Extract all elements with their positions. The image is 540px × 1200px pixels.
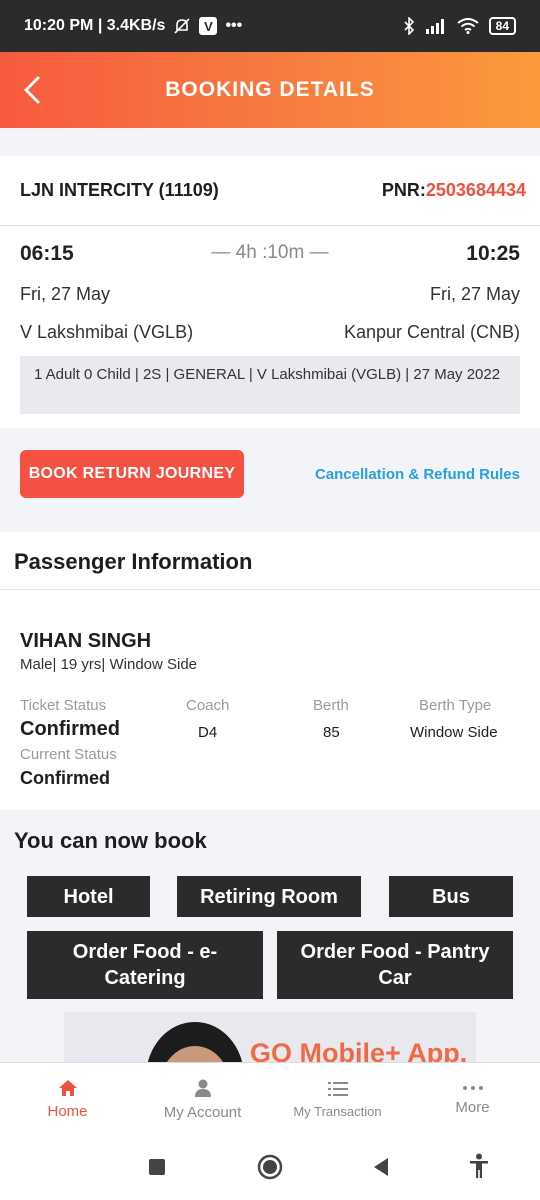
journey-times: 06:15 — 4h :10m — 10:25 Fri, 27 May Fri,… bbox=[0, 226, 540, 356]
arrival-time: 10:25 bbox=[466, 242, 520, 265]
passenger-details: Male| 19 yrs| Window Side bbox=[20, 656, 198, 673]
train-header-row: LJN INTERCITY (11109) PNR:2503684434 bbox=[0, 156, 540, 226]
book-retiring-room-button[interactable]: Retiring Room bbox=[177, 876, 361, 917]
pnr: PNR:2503684434 bbox=[382, 180, 526, 201]
more-notifications-icon: ••• bbox=[225, 17, 243, 34]
nav-my-transaction-label: My Transaction bbox=[293, 1104, 382, 1119]
berth-value: 85 bbox=[323, 724, 340, 741]
nav-home[interactable]: Home bbox=[0, 1063, 135, 1136]
nav-my-account[interactable]: My Account bbox=[135, 1063, 270, 1136]
ticket-status-label: Ticket Status bbox=[20, 697, 107, 714]
banner-text: GO Mobile+ App. bbox=[250, 1038, 468, 1062]
journey-duration: — 4h :10m — bbox=[211, 242, 329, 263]
order-food-pantry-button[interactable]: Order Food - Pantry Car bbox=[277, 931, 513, 999]
nav-home-label: Home bbox=[47, 1103, 88, 1120]
page-title: BOOKING DETAILS bbox=[165, 78, 375, 101]
bottom-navigation: Home My Account My Transaction More bbox=[0, 1062, 540, 1136]
booking-actions: BOOK RETURN JOURNEY Cancellation & Refun… bbox=[0, 430, 540, 518]
train-name: LJN INTERCITY (11109) bbox=[20, 180, 219, 200]
bluetooth-icon bbox=[404, 17, 414, 35]
book-bus-button[interactable]: Bus bbox=[389, 876, 513, 917]
book-more-title: You can now book bbox=[14, 828, 207, 853]
user-icon bbox=[194, 1079, 211, 1097]
nav-my-transaction[interactable]: My Transaction bbox=[270, 1063, 405, 1136]
passenger-section: Passenger Information VIHAN SINGH Male| … bbox=[0, 532, 540, 810]
berth-type-label: Berth Type bbox=[419, 697, 492, 714]
order-food-ecatering-button[interactable]: Order Food - e-Catering bbox=[27, 931, 263, 999]
arrival-date: Fri, 27 May bbox=[429, 284, 520, 304]
recent-apps-icon[interactable] bbox=[148, 1158, 166, 1176]
pnr-label: PNR: bbox=[381, 180, 426, 200]
ticket-status: Confirmed bbox=[20, 718, 120, 740]
back-button[interactable] bbox=[16, 74, 48, 106]
current-status-label: Current Status bbox=[20, 746, 117, 763]
system-navigation-bar bbox=[0, 1136, 540, 1200]
current-status: Confirmed bbox=[20, 768, 110, 788]
list-icon bbox=[327, 1082, 348, 1096]
home-icon bbox=[58, 1080, 77, 1096]
berth-type-value: Window Side bbox=[410, 724, 498, 741]
home-circle-icon[interactable] bbox=[257, 1154, 283, 1180]
status-bar: 10:20 PM | 3.4KB/s V ••• 84 bbox=[0, 0, 540, 52]
status-time: 10:20 PM | 3.4KB/s bbox=[24, 17, 166, 34]
passenger-section-title: Passenger Information bbox=[0, 532, 540, 590]
promo-banner[interactable]: GO Mobile+ App. bbox=[64, 1012, 476, 1062]
departure-date: Fri, 27 May bbox=[20, 284, 111, 304]
wifi-icon bbox=[457, 18, 479, 34]
chevron-left-icon bbox=[24, 76, 40, 104]
mute-alarm-icon bbox=[174, 18, 191, 34]
journey-summary: 1 Adult 0 Child | 2S | GENERAL | V Laksh… bbox=[20, 356, 520, 414]
book-return-journey-button[interactable]: BOOK RETURN JOURNEY bbox=[20, 450, 244, 498]
cancellation-refund-link[interactable]: Cancellation & Refund Rules bbox=[315, 466, 520, 483]
more-dots-icon bbox=[462, 1086, 483, 1090]
nav-my-account-label: My Account bbox=[163, 1104, 242, 1121]
battery-icon: 84 bbox=[488, 17, 516, 35]
app-header: BOOKING DETAILS bbox=[0, 52, 540, 128]
passenger-name: VIHAN SINGH bbox=[20, 630, 152, 652]
from-station: V Lakshmibai (VGLB) bbox=[20, 322, 194, 342]
coach-label: Coach bbox=[186, 697, 230, 714]
pnr-number: 2503684434 bbox=[425, 180, 526, 200]
book-hotel-button[interactable]: Hotel bbox=[27, 876, 150, 917]
back-triangle-icon[interactable] bbox=[372, 1157, 390, 1177]
berth-label: Berth bbox=[313, 697, 349, 714]
accessibility-icon[interactable] bbox=[468, 1153, 490, 1179]
app-notification-icon: V bbox=[199, 17, 218, 35]
to-station: Kanpur Central (CNB) bbox=[343, 322, 520, 342]
signal-icon bbox=[425, 19, 444, 34]
nav-more[interactable]: More bbox=[405, 1063, 540, 1136]
nav-more-label: More bbox=[455, 1099, 490, 1116]
coach-value: D4 bbox=[198, 724, 218, 741]
